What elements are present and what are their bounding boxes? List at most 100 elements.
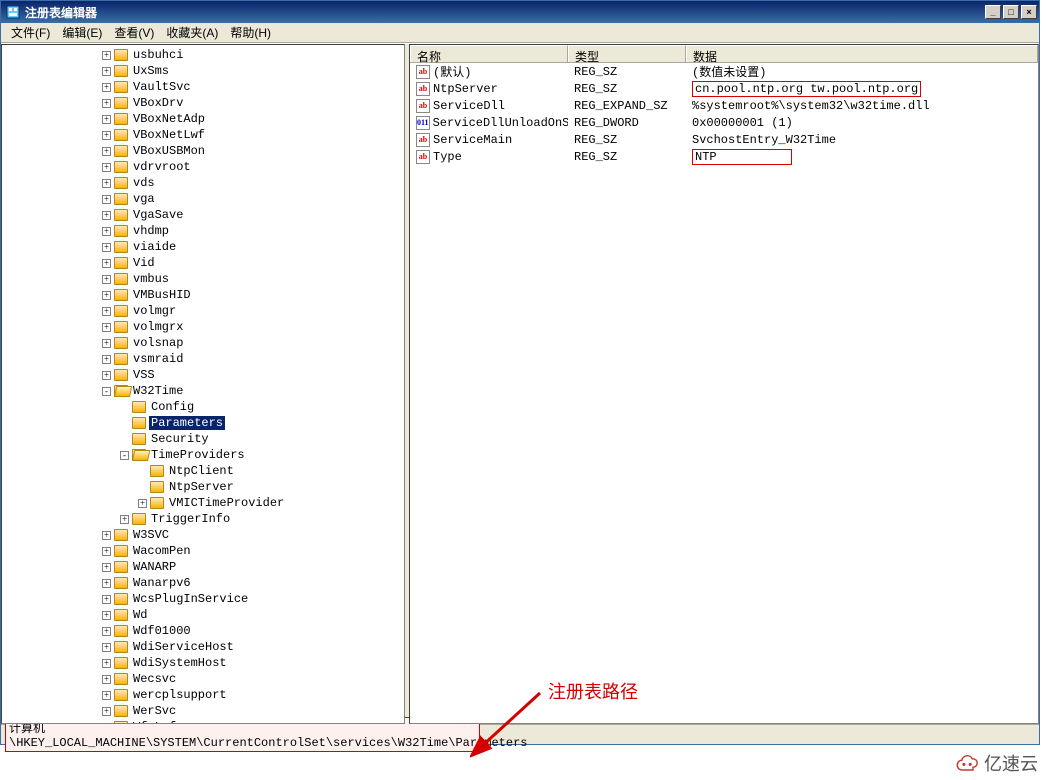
tree-item-vgasave[interactable]: +VgaSave bbox=[4, 207, 404, 223]
tree-item-vid[interactable]: + Vid bbox=[4, 255, 404, 271]
expand-icon[interactable]: + bbox=[102, 707, 111, 716]
tree-item-label[interactable]: W3SVC bbox=[131, 528, 171, 542]
tree-item-label[interactable]: Security bbox=[149, 432, 211, 446]
maximize-button[interactable]: □ bbox=[1003, 5, 1019, 19]
tree-item-vsmraid[interactable]: +vsmraid bbox=[4, 351, 404, 367]
tree-item-label[interactable]: vmbus bbox=[131, 272, 171, 286]
menu-file[interactable]: 文件(F) bbox=[5, 22, 56, 43]
tree-item-wecsvc[interactable]: +Wecsvc bbox=[4, 671, 404, 687]
tree-item-wanarp[interactable]: +WANARP bbox=[4, 559, 404, 575]
expand-icon[interactable]: + bbox=[102, 579, 111, 588]
tree-item-vmictimeprovider[interactable]: +VMICTimeProvider bbox=[4, 495, 404, 511]
expand-icon[interactable]: + bbox=[138, 499, 147, 508]
collapse-icon[interactable]: - bbox=[102, 387, 111, 396]
expand-icon[interactable]: + bbox=[102, 67, 111, 76]
tree-item-wdf01000[interactable]: +Wdf01000 bbox=[4, 623, 404, 639]
tree-item-viaide[interactable]: + viaide bbox=[4, 239, 404, 255]
expand-icon[interactable]: + bbox=[102, 563, 111, 572]
tree-item-label[interactable]: Wdf01000 bbox=[131, 624, 193, 638]
expand-icon[interactable]: + bbox=[102, 691, 111, 700]
tree-item-label[interactable]: vds bbox=[131, 176, 157, 190]
tree-item-label[interactable]: WcsPlugInService bbox=[131, 592, 250, 606]
tree-item-ntpclient[interactable]: NtpClient bbox=[4, 463, 404, 479]
tree-item-vds[interactable]: +vds bbox=[4, 175, 404, 191]
expand-icon[interactable]: + bbox=[102, 675, 111, 684]
expand-icon[interactable]: + bbox=[102, 163, 111, 172]
expand-icon[interactable]: + bbox=[102, 227, 111, 236]
value-row[interactable]: abServiceMainREG_SZSvchostEntry_W32Time bbox=[410, 131, 1038, 148]
expand-icon[interactable]: + bbox=[102, 115, 111, 124]
tree-item-label[interactable]: WacomPen bbox=[131, 544, 193, 558]
expand-icon[interactable]: + bbox=[102, 51, 111, 60]
tree-item-vboxnetadp[interactable]: +VBoxNetAdp bbox=[4, 111, 404, 127]
expand-icon[interactable]: + bbox=[102, 259, 111, 268]
expand-icon[interactable]: + bbox=[120, 515, 129, 524]
expand-icon[interactable]: + bbox=[102, 147, 111, 156]
expand-icon[interactable]: + bbox=[102, 611, 111, 620]
tree-item-label[interactable]: VMBusHID bbox=[131, 288, 193, 302]
tree-item-uxsms[interactable]: + UxSms bbox=[4, 63, 404, 79]
tree-item-label[interactable]: WerSvc bbox=[131, 704, 178, 718]
tree-item-label[interactable]: Wanarpv6 bbox=[131, 576, 193, 590]
tree-item-w32time[interactable]: - W32Time bbox=[4, 383, 404, 399]
tree-item-label[interactable]: Vid bbox=[131, 256, 157, 270]
column-type[interactable]: 类型 bbox=[568, 45, 686, 62]
tree-item-label[interactable]: volmgr bbox=[131, 304, 178, 318]
menu-edit[interactable]: 编辑(E) bbox=[56, 22, 108, 43]
tree-item-vboxdrv[interactable]: +VBoxDrv bbox=[4, 95, 404, 111]
collapse-icon[interactable]: - bbox=[120, 451, 129, 460]
tree-item-wdisystemhost[interactable]: +WdiSystemHost bbox=[4, 655, 404, 671]
tree-item-vhdmp[interactable]: + vhdmp bbox=[4, 223, 404, 239]
tree-item-timeproviders[interactable]: -TimeProviders bbox=[4, 447, 404, 463]
expand-icon[interactable]: + bbox=[102, 323, 111, 332]
expand-icon[interactable]: + bbox=[102, 243, 111, 252]
tree-item-label[interactable]: UxSms bbox=[131, 64, 171, 78]
tree-item-wacompen[interactable]: + WacomPen bbox=[4, 543, 404, 559]
expand-icon[interactable]: + bbox=[102, 211, 111, 220]
tree-item-label[interactable]: NtpClient bbox=[167, 464, 236, 478]
tree-item-label[interactable]: W32Time bbox=[131, 384, 185, 398]
tree-item-wd[interactable]: +Wd bbox=[4, 607, 404, 623]
tree-item-label[interactable]: wercplsupport bbox=[131, 688, 229, 702]
minimize-button[interactable]: _ bbox=[985, 5, 1001, 19]
expand-icon[interactable]: + bbox=[102, 291, 111, 300]
expand-icon[interactable]: + bbox=[102, 131, 111, 140]
tree-item-usbuhci[interactable]: + usbuhci bbox=[4, 47, 404, 63]
menu-view[interactable]: 查看(V) bbox=[108, 22, 160, 43]
tree-item-label[interactable]: viaide bbox=[131, 240, 178, 254]
values-pane[interactable]: 名称 类型 数据 ab(默认)REG_SZ(数值未设置)abNtpServerR… bbox=[409, 44, 1039, 724]
tree-item-label[interactable]: usbuhci bbox=[131, 48, 185, 62]
tree-item-volmgrx[interactable]: + volmgrx bbox=[4, 319, 404, 335]
tree-item-label[interactable]: VaultSvc bbox=[131, 80, 193, 94]
expand-icon[interactable]: + bbox=[102, 339, 111, 348]
expand-icon[interactable]: + bbox=[102, 643, 111, 652]
expand-icon[interactable]: + bbox=[102, 659, 111, 668]
value-row[interactable]: abServiceDllREG_EXPAND_SZ%systemroot%\sy… bbox=[410, 97, 1038, 114]
column-data[interactable]: 数据 bbox=[686, 45, 1038, 62]
expand-icon[interactable]: + bbox=[102, 355, 111, 364]
value-row[interactable]: ab(默认)REG_SZ(数值未设置) bbox=[410, 63, 1038, 80]
tree-pane[interactable]: + usbuhci + UxSms + VaultSvc+VBoxDrv+VBoxNetA… bbox=[1, 44, 405, 724]
tree-item-label[interactable]: vdrvroot bbox=[131, 160, 193, 174]
tree-item-label[interactable]: WfpLwf bbox=[131, 720, 178, 724]
tree-item-label[interactable]: TriggerInfo bbox=[149, 512, 232, 526]
tree-item-wercplsupport[interactable]: + wercplsupport bbox=[4, 687, 404, 703]
tree-item-parameters[interactable]: Parameters bbox=[4, 415, 404, 431]
tree-item-label[interactable]: volmgrx bbox=[131, 320, 185, 334]
expand-icon[interactable]: + bbox=[102, 595, 111, 604]
column-name[interactable]: 名称 bbox=[410, 45, 568, 62]
expand-icon[interactable]: + bbox=[102, 547, 111, 556]
tree-item-vss[interactable]: +VSS bbox=[4, 367, 404, 383]
value-row[interactable]: abNtpServerREG_SZcn.pool.ntp.org tw.pool… bbox=[410, 80, 1038, 97]
expand-icon[interactable]: + bbox=[102, 371, 111, 380]
tree-item-vdrvroot[interactable]: + vdrvroot bbox=[4, 159, 404, 175]
tree-item-label[interactable]: VBoxUSBMon bbox=[131, 144, 207, 158]
tree-item-config[interactable]: Config bbox=[4, 399, 404, 415]
tree-item-label[interactable]: vhdmp bbox=[131, 224, 171, 238]
tree-item-wfplwf[interactable]: +WfpLwf bbox=[4, 719, 404, 724]
tree-item-vboxnetlwf[interactable]: + VBoxNetLwf bbox=[4, 127, 404, 143]
menu-help[interactable]: 帮助(H) bbox=[224, 22, 277, 43]
expand-icon[interactable]: + bbox=[102, 195, 111, 204]
tree-item-label[interactable]: VBoxNetLwf bbox=[131, 128, 207, 142]
tree-item-wdiservicehost[interactable]: +WdiServiceHost bbox=[4, 639, 404, 655]
